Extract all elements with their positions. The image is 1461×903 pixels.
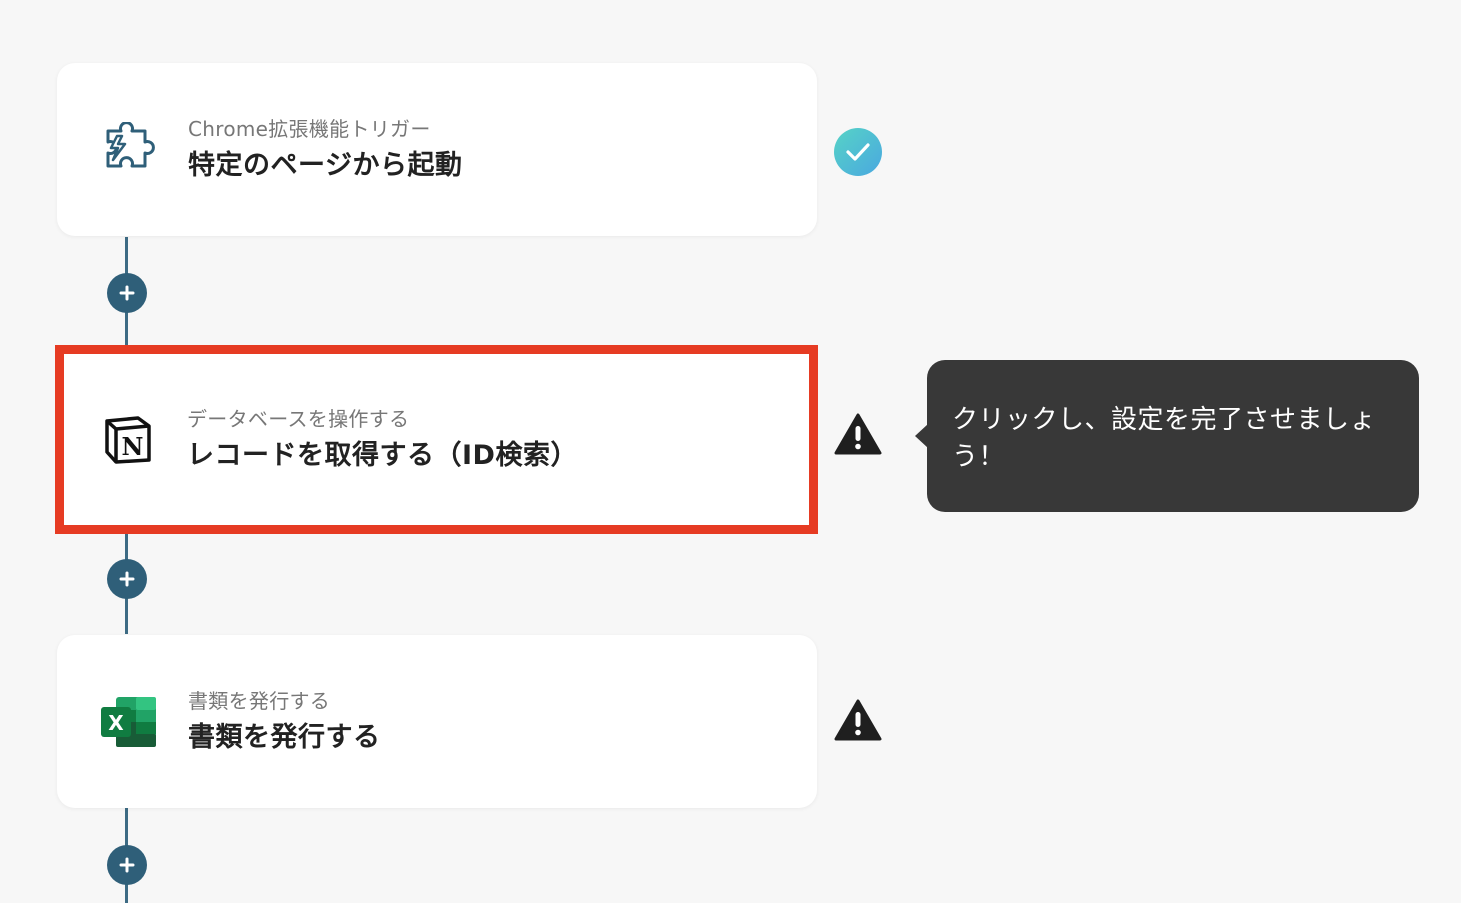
add-step-button[interactable]	[107, 559, 147, 599]
card-text-group: Chrome拡張機能トリガー 特定のページから起動	[188, 115, 462, 185]
add-step-button[interactable]	[107, 273, 147, 313]
flow-step-card-trigger[interactable]: Chrome拡張機能トリガー 特定のページから起動	[57, 63, 817, 236]
step-category-label: データベースを操作する	[187, 406, 410, 431]
step-title: 書類を発行する	[188, 721, 381, 753]
plus-icon	[119, 285, 135, 301]
tooltip-text: クリックし、設定を完了させましょう！	[952, 405, 1377, 472]
step-title: 特定のページから起動	[188, 149, 463, 181]
notion-logo-icon: N	[98, 410, 158, 470]
puzzle-piece-icon	[99, 120, 159, 180]
svg-text:X: X	[108, 711, 124, 735]
flow-step-card-document[interactable]: X 書類を発行する 書類を発行する	[57, 635, 817, 808]
flow-step-card-database[interactable]: N データベースを操作する レコードを取得する（ID検索）	[55, 345, 818, 534]
step-category-label: 書類を発行する	[188, 688, 331, 713]
add-step-button[interactable]	[107, 845, 147, 885]
completed-check-icon	[833, 127, 883, 177]
plus-icon	[119, 857, 135, 873]
warning-icon	[833, 695, 883, 745]
warning-icon	[833, 409, 883, 459]
card-text-group: データベースを操作する レコードを取得する（ID検索）	[187, 405, 578, 475]
plus-icon	[119, 571, 135, 587]
step-title: レコードを取得する（ID検索）	[187, 439, 578, 471]
card-text-group: 書類を発行する 書類を発行する	[188, 687, 381, 757]
excel-logo-icon: X	[99, 692, 159, 752]
step-category-label: Chrome拡張機能トリガー	[188, 116, 431, 141]
setup-hint-tooltip: クリックし、設定を完了させましょう！	[927, 360, 1419, 512]
svg-text:N: N	[122, 432, 144, 461]
